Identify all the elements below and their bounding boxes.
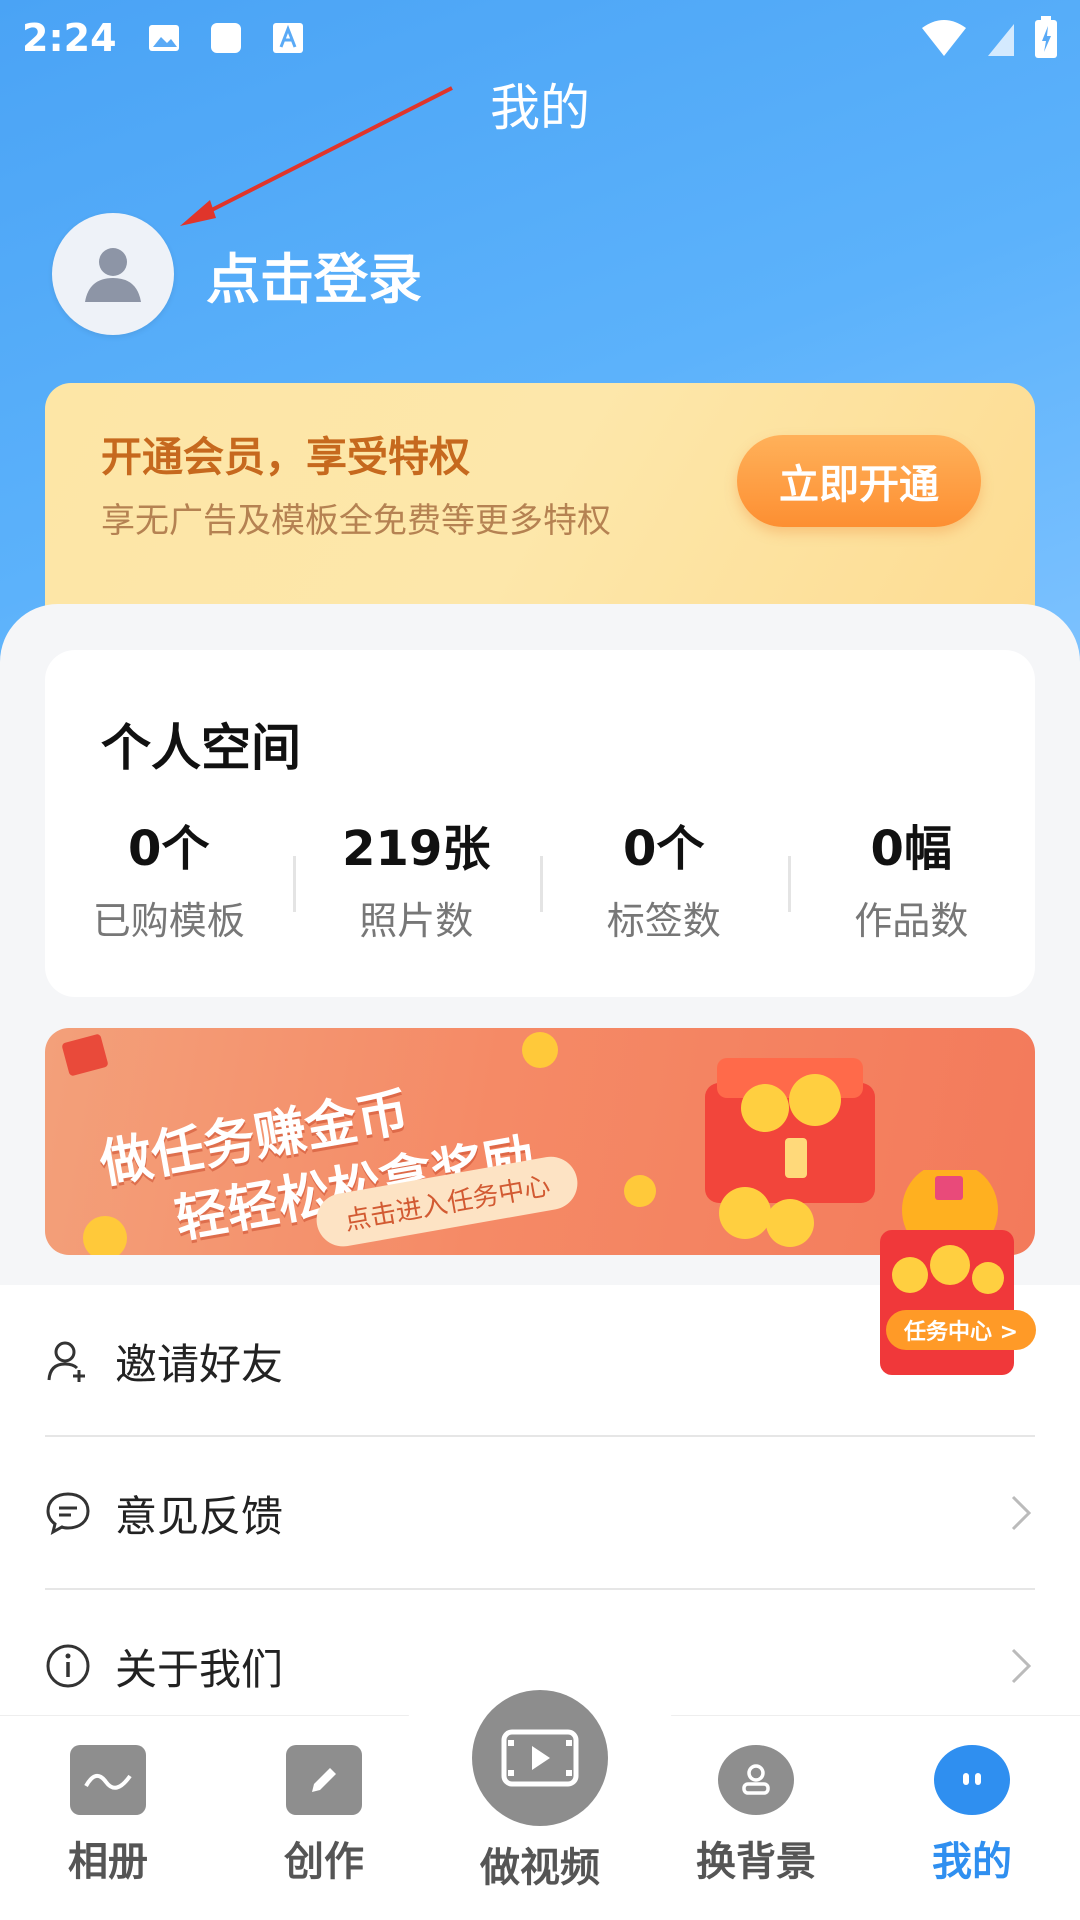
- pencil-icon: [286, 1745, 362, 1815]
- image-notification-icon: [148, 25, 179, 51]
- vip-subtitle: 享无广告及模板全免费等更多特权: [101, 501, 611, 541]
- personal-space-card: 个人空间 0个 已购模板 219张 照片数 0个 标签数 0幅 作品数: [45, 650, 1035, 997]
- menu-item-feedback[interactable]: 意见反馈: [45, 1437, 1035, 1589]
- login-row[interactable]: 点击登录: [52, 213, 422, 335]
- login-label[interactable]: 点击登录: [206, 235, 422, 314]
- person-icon: [718, 1745, 794, 1815]
- menu-item-label: 意见反馈: [115, 1491, 284, 1541]
- task-center-float-button[interactable]: 任务中心 >: [860, 1170, 1060, 1380]
- stat-photos[interactable]: 219张 照片数: [292, 820, 541, 945]
- personal-space-title: 个人空间: [101, 719, 301, 777]
- tab-make-video[interactable]: 做视频: [460, 1835, 620, 1893]
- stat-label: 照片数: [359, 899, 474, 943]
- tab-label: 相册: [68, 1839, 148, 1885]
- battery-icon: [1035, 16, 1057, 58]
- signal-icon: [988, 24, 1014, 56]
- stat-label: 作品数: [854, 899, 969, 943]
- default-avatar-icon: [85, 248, 141, 302]
- tab-album[interactable]: 相册: [28, 1745, 188, 1887]
- chevron-right-icon: [1011, 1495, 1032, 1531]
- tab-label: 换背景: [696, 1839, 816, 1885]
- stat-tags[interactable]: 0个 标签数: [540, 820, 788, 945]
- tab-label: 我的: [932, 1839, 1012, 1885]
- video-icon: [501, 1729, 579, 1787]
- vip-card[interactable]: 开通会员，享受特权 享无广告及模板全免费等更多特权 立即开通: [45, 383, 1035, 623]
- wifi-icon: [922, 20, 966, 56]
- album-icon: [70, 1745, 146, 1815]
- status-bar: 2:24: [0, 0, 1080, 76]
- mine-icon: [934, 1745, 1010, 1815]
- stat-label: 标签数: [606, 899, 721, 943]
- tab-change-background[interactable]: 换背景: [676, 1745, 836, 1887]
- menu-item-label: 邀请好友: [115, 1339, 284, 1389]
- square-notification-icon: [210, 23, 241, 53]
- chevron-right-icon: [1011, 1648, 1032, 1684]
- task-center-label: 任务中心 >: [886, 1310, 1036, 1350]
- stat-label: 已购模板: [92, 899, 245, 943]
- status-time: 2:24: [22, 16, 117, 60]
- tab-label: 做视频: [480, 1845, 600, 1891]
- add-user-icon: [47, 1341, 85, 1382]
- tab-mine[interactable]: 我的: [892, 1745, 1052, 1887]
- stat-value: 219张: [342, 821, 491, 877]
- vip-activate-button[interactable]: 立即开通: [737, 435, 981, 527]
- vip-title: 开通会员，享受特权: [101, 433, 470, 481]
- page-title: 我的: [490, 79, 590, 137]
- stat-value: 0个: [128, 821, 210, 877]
- chat-icon: [46, 1492, 90, 1535]
- info-icon: [46, 1644, 90, 1688]
- make-video-button[interactable]: [472, 1690, 608, 1826]
- tab-create[interactable]: 创作: [244, 1745, 404, 1887]
- stat-purchased-templates[interactable]: 0个 已购模板: [45, 820, 293, 945]
- avatar[interactable]: [52, 213, 174, 335]
- tab-label: 创作: [284, 1839, 364, 1885]
- stat-works[interactable]: 0幅 作品数: [787, 820, 1036, 945]
- stats-row: 0个 已购模板 219张 照片数 0个 标签数 0幅 作品数: [45, 820, 1035, 945]
- annotation-arrow: [180, 86, 453, 226]
- stat-value: 0个: [623, 821, 705, 877]
- text-notification-icon: [272, 23, 303, 53]
- menu-item-label: 关于我们: [115, 1644, 284, 1694]
- stat-value: 0幅: [870, 821, 952, 877]
